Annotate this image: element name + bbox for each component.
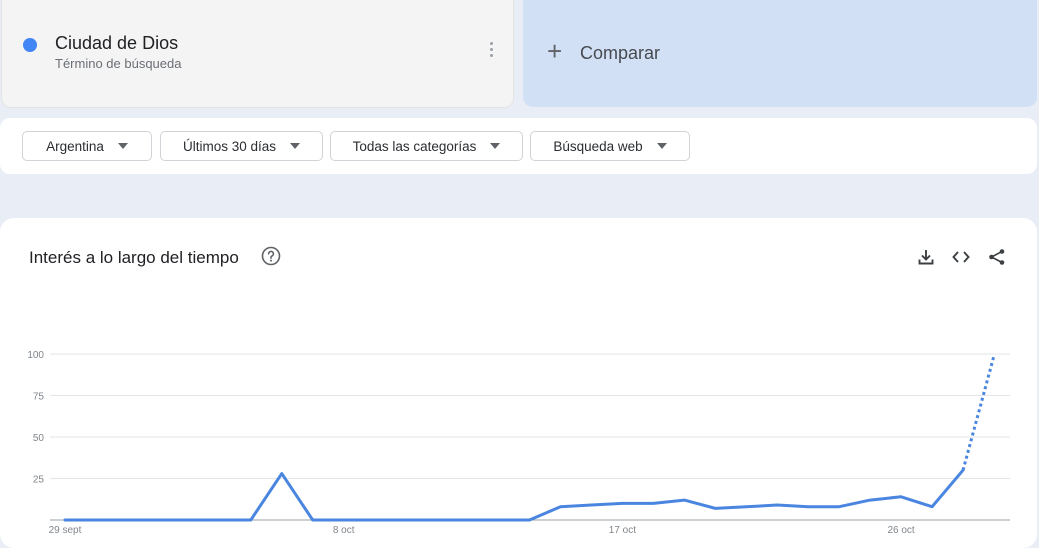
interest-line-chart: 25 50 75 100 29 sept 8 oct 17 oct 26 oct <box>27 350 1010 536</box>
x-tick-label: 29 sept <box>49 525 82 536</box>
y-tick-label: 75 <box>33 392 45 403</box>
x-tick-label: 8 oct <box>333 525 355 536</box>
x-tick-label: 17 oct <box>609 525 636 536</box>
series-line-partial <box>961 355 996 471</box>
x-tick-label: 26 oct <box>887 525 914 536</box>
series-line <box>63 468 965 522</box>
y-tick-label: 50 <box>33 433 45 444</box>
y-tick-label: 100 <box>27 350 44 361</box>
y-tick-label: 25 <box>33 475 45 486</box>
